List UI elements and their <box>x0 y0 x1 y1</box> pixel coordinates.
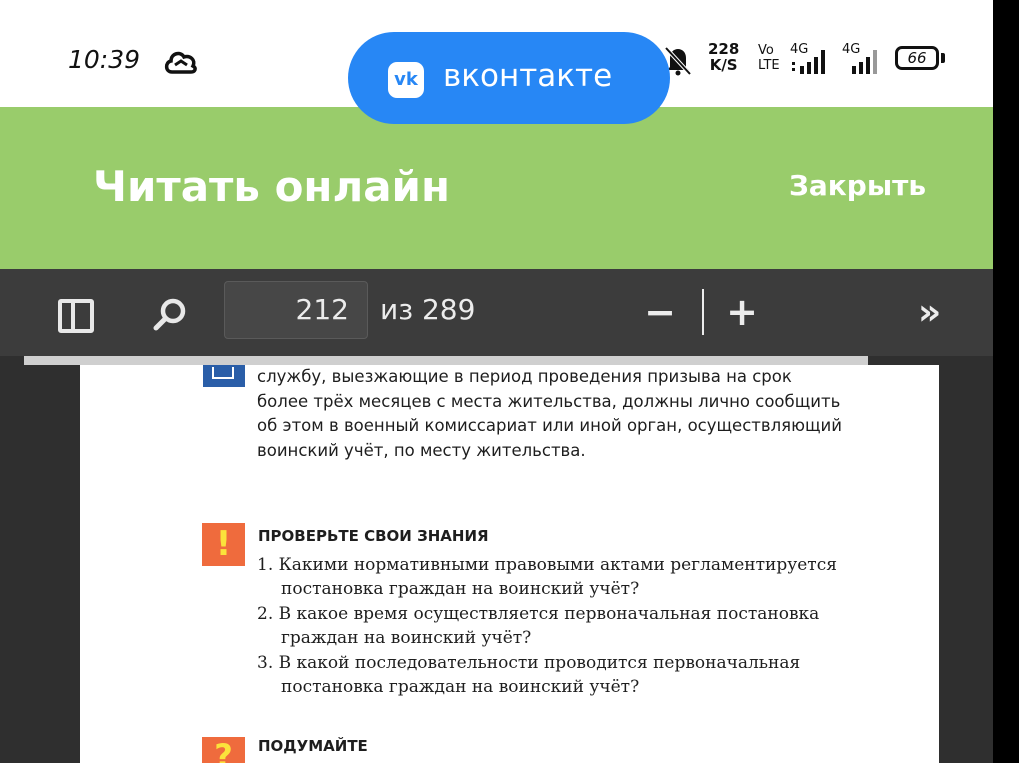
exclamation-icon: ! <box>202 523 245 566</box>
pdf-toolbar: 212 из 289 − + » <box>0 269 993 356</box>
more-tools-icon[interactable]: » <box>918 295 964 331</box>
page-title: Читать онлайн <box>93 162 450 211</box>
network-speed-value: 228 <box>708 40 740 58</box>
section-heading-think: ПОДУМАЙТЕ <box>258 737 368 755</box>
network-speed: 228 K/S <box>708 41 739 73</box>
load-progress-fill <box>24 356 868 365</box>
volte-indicator: Vo LTE <box>758 43 780 73</box>
battery-tip <box>941 53 945 63</box>
zoom-divider <box>702 289 704 335</box>
question-item: 1. Какими нормативными правовыми актами … <box>257 555 837 599</box>
signal-2: 4G <box>842 42 884 76</box>
body-paragraph: службу, выезжающие в период проведения п… <box>257 367 842 460</box>
load-progress-track <box>0 356 993 365</box>
signal-1: 4G <box>790 42 832 76</box>
close-button[interactable]: Закрыть <box>789 169 926 202</box>
search-icon[interactable] <box>152 297 188 333</box>
screen-edge <box>993 0 1019 763</box>
question-item: 2. В какое время осуществляется первонач… <box>257 604 820 648</box>
zoom-in-button[interactable]: + <box>720 287 764 337</box>
question-list: 1. Какими нормативными правовыми актами … <box>257 553 847 700</box>
vk-logo-icon: vk <box>388 62 424 98</box>
document-page: службу, выезжающие в период проведения п… <box>80 365 939 763</box>
question-mark-icon: ? <box>202 737 245 763</box>
volte-line1: Vo <box>758 43 774 58</box>
cloud-sync-icon <box>164 51 197 74</box>
vk-logo-letter: vk <box>394 69 418 90</box>
sidebar-toggle-icon[interactable] <box>58 299 94 333</box>
signal-bars-icon <box>852 50 877 74</box>
volte-line2: LTE <box>758 58 780 73</box>
zoom-out-button[interactable]: − <box>640 287 680 337</box>
question-item: 3. В какой последовательности проводится… <box>257 653 801 697</box>
book-note-icon <box>203 365 245 387</box>
vk-app-pill[interactable]: vk вконтакте <box>348 32 670 124</box>
page-total-label: из 289 <box>380 293 476 326</box>
status-time: 10:39 <box>68 45 141 74</box>
section-heading-check: ПРОВЕРЬТЕ СВОИ ЗНАНИЯ <box>258 527 489 545</box>
battery-indicator: 66 <box>895 46 939 70</box>
network-speed-unit: K/S <box>709 56 738 74</box>
battery-level: 66 <box>907 49 927 67</box>
vk-app-label: вконтакте <box>443 58 613 94</box>
signal-bars-icon <box>792 50 825 74</box>
page-number-input[interactable]: 212 <box>224 281 368 339</box>
reader-header: Читать онлайн Закрыть <box>0 107 993 269</box>
